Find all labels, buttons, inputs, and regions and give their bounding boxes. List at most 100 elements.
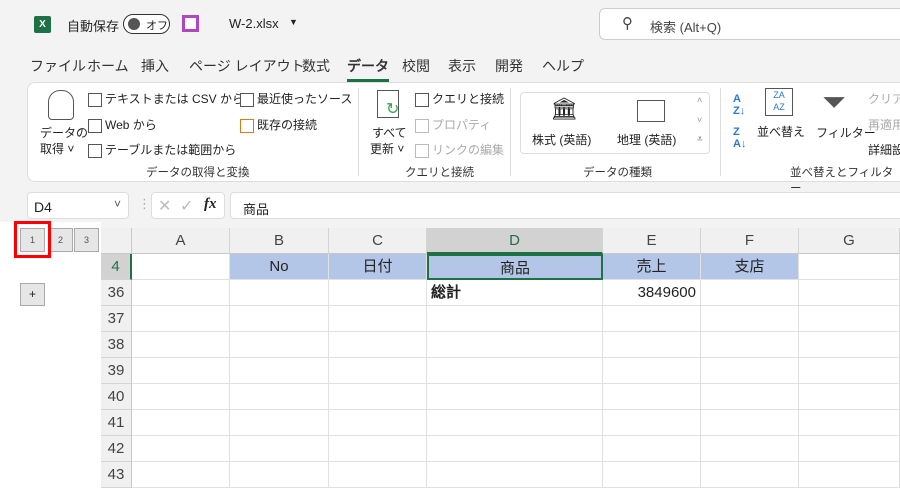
cell-B41[interactable] — [230, 410, 329, 436]
row-header[interactable]: 37 — [101, 306, 132, 332]
from-text-csv-button[interactable]: テキストまたは CSV から — [88, 90, 244, 107]
cell-D38[interactable] — [427, 332, 603, 358]
refresh-all-button[interactable]: すべて — [372, 124, 407, 141]
column-header-D[interactable]: D — [427, 228, 603, 254]
enter-icon[interactable]: ✓ — [180, 196, 193, 216]
column-header-B[interactable]: B — [230, 228, 329, 254]
tab-file[interactable]: ファイル — [30, 56, 86, 76]
cell-A37[interactable] — [132, 306, 230, 332]
properties-button[interactable]: プロパティ — [415, 116, 491, 133]
cell-C41[interactable] — [329, 410, 427, 436]
edit-links-button[interactable]: リンクの編集 — [415, 141, 504, 158]
chevron-down-icon[interactable]: ˅ — [114, 197, 121, 211]
cell-B4[interactable]: No — [230, 254, 329, 280]
cell-C36[interactable] — [329, 280, 427, 306]
cell-D39[interactable] — [427, 358, 603, 384]
cell-B39[interactable] — [230, 358, 329, 384]
tab-review[interactable]: 校閲 — [402, 56, 430, 76]
cell-A39[interactable] — [132, 358, 230, 384]
filter-button[interactable]: フィルター — [816, 124, 876, 141]
advanced-filter-button[interactable]: 詳細設定 — [868, 141, 900, 158]
cell-D42[interactable] — [427, 436, 603, 462]
outline-expand-button[interactable]: + — [20, 283, 45, 306]
outline-level-2-button[interactable]: 2 — [48, 228, 73, 252]
cell-E43[interactable] — [603, 462, 701, 488]
cell-B43[interactable] — [230, 462, 329, 488]
refresh-all-button-line2[interactable]: 更新 ˅ — [370, 140, 404, 157]
row-header[interactable]: 42 — [101, 436, 132, 462]
sort-button[interactable]: 並べ替え — [757, 123, 805, 140]
row-header[interactable]: 40 — [101, 384, 132, 410]
sort-asc-icon[interactable]: A Z↓ — [733, 93, 745, 117]
existing-connections-button[interactable]: 既存の接続 — [240, 116, 317, 133]
tab-data[interactable]: データ — [347, 56, 389, 82]
cell-C40[interactable] — [329, 384, 427, 410]
select-all-button[interactable] — [101, 228, 132, 254]
cell-F43[interactable] — [701, 462, 799, 488]
cell-C39[interactable] — [329, 358, 427, 384]
from-web-button[interactable]: Web から — [88, 116, 157, 133]
cell-E39[interactable] — [603, 358, 701, 384]
cell-D36[interactable]: 総計 — [427, 280, 603, 306]
cell-G37[interactable] — [799, 306, 900, 332]
clear-filter-button[interactable]: クリア — [868, 90, 900, 107]
cell-F36[interactable] — [701, 280, 799, 306]
recent-sources-button[interactable]: 最近使ったソース — [240, 90, 352, 107]
cell-G42[interactable] — [799, 436, 900, 462]
tab-help[interactable]: ヘルプ — [542, 56, 584, 76]
cell-A36[interactable] — [132, 280, 230, 306]
cell-F37[interactable] — [701, 306, 799, 332]
column-header-A[interactable]: A — [132, 228, 230, 254]
reapply-button[interactable]: 再適用 — [868, 116, 900, 133]
cell-A38[interactable] — [132, 332, 230, 358]
cancel-icon[interactable]: ✕ — [158, 196, 171, 216]
search-input[interactable]: ⚲ 検索 (Alt+Q) — [599, 8, 900, 40]
cell-B36[interactable] — [230, 280, 329, 306]
cell-E37[interactable] — [603, 306, 701, 332]
cell-E41[interactable] — [603, 410, 701, 436]
cell-F4[interactable]: 支店 — [701, 254, 799, 280]
cell-F40[interactable] — [701, 384, 799, 410]
cell-C37[interactable] — [329, 306, 427, 332]
get-data-button-line2[interactable]: 取得 ˅ — [40, 140, 74, 157]
cell-G36[interactable] — [799, 280, 900, 306]
cell-A4[interactable] — [132, 254, 230, 280]
cell-F38[interactable] — [701, 332, 799, 358]
column-header-E[interactable]: E — [603, 228, 701, 254]
cell-G41[interactable] — [799, 410, 900, 436]
cell-B42[interactable] — [230, 436, 329, 462]
cell-A43[interactable] — [132, 462, 230, 488]
filename[interactable]: W-2.xlsx — [229, 16, 279, 31]
name-box[interactable]: D4 ˅ — [27, 192, 129, 219]
tab-page-layout[interactable]: ページ レイアウト — [189, 56, 305, 76]
cell-G43[interactable] — [799, 462, 900, 488]
gallery-scroll-down-icon[interactable]: ˅ — [697, 115, 702, 125]
cell-E4[interactable]: 売上 — [603, 254, 701, 280]
cell-C43[interactable] — [329, 462, 427, 488]
column-header-C[interactable]: C — [329, 228, 427, 254]
filename-dropdown-icon[interactable]: ▼ — [289, 17, 298, 27]
cell-E40[interactable] — [603, 384, 701, 410]
cell-A42[interactable] — [132, 436, 230, 462]
get-data-button[interactable]: データの — [40, 124, 88, 141]
cell-E38[interactable] — [603, 332, 701, 358]
cell-D4[interactable]: 商品 — [427, 254, 603, 280]
sort-desc-icon[interactable]: Z A↓ — [733, 126, 746, 150]
geography-button[interactable]: 地理 (英語) — [617, 131, 676, 148]
row-header[interactable]: 38 — [101, 332, 132, 358]
insert-function-icon[interactable]: fx — [204, 196, 217, 213]
cell-F41[interactable] — [701, 410, 799, 436]
tab-home[interactable]: ホーム — [87, 56, 129, 76]
autosave-toggle[interactable]: オフ — [123, 14, 170, 34]
cell-B38[interactable] — [230, 332, 329, 358]
gallery-scroll-up-icon[interactable]: ˄ — [697, 95, 702, 105]
row-header[interactable]: 41 — [101, 410, 132, 436]
from-table-range-button[interactable]: テーブルまたは範囲から — [88, 141, 236, 158]
cell-G40[interactable] — [799, 384, 900, 410]
tab-insert[interactable]: 挿入 — [141, 56, 169, 76]
tab-formulas[interactable]: 数式 — [302, 56, 330, 76]
row-header[interactable]: 39 — [101, 358, 132, 384]
tab-developer[interactable]: 開発 — [495, 56, 523, 76]
row-header[interactable]: 43 — [101, 462, 132, 488]
cell-G39[interactable] — [799, 358, 900, 384]
